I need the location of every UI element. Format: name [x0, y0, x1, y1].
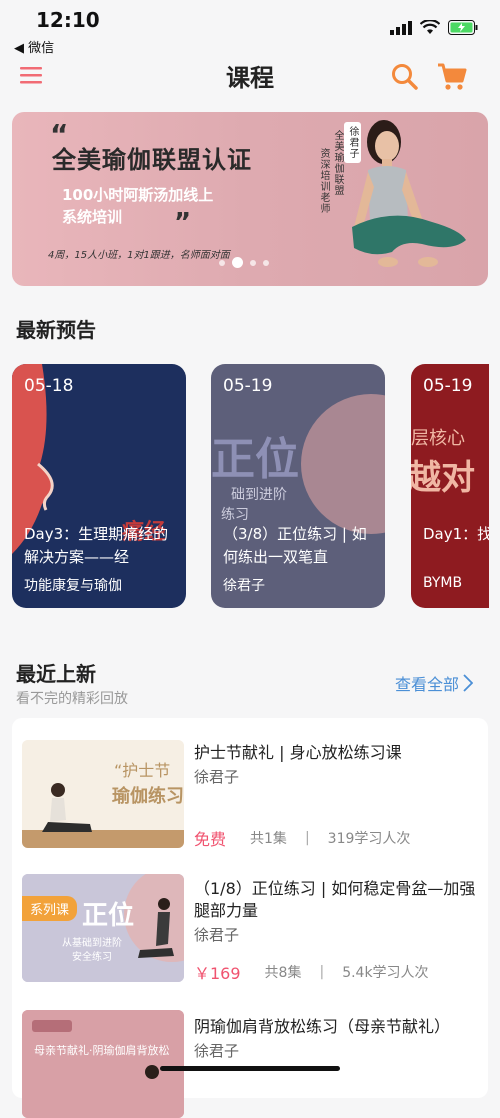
view-all-link[interactable]: 查看全部	[395, 671, 474, 695]
svg-text:“护士节: “护士节	[114, 761, 170, 780]
card-title: Day3：生理期痛经的解决方案——经	[24, 525, 169, 566]
battery-icon	[448, 20, 478, 35]
promo-banner[interactable]: “ 全美瑜伽联盟认证 100小时阿斯汤加线上系统培训 ” 4周，15人小班，1对…	[12, 112, 488, 286]
status-icons	[390, 20, 478, 35]
card-title: （3/8）正位练习 | 如何练出一双笔直	[223, 525, 367, 566]
header: 课程	[0, 56, 500, 106]
svg-text:瑜伽练习: 瑜伽练习	[112, 785, 184, 807]
status-time: 12:10	[36, 8, 100, 32]
preview-card[interactable]: 痛经 05-18 Day3：生理期痛经的解决方案——经 功能康复与瑜伽	[12, 364, 186, 608]
card-date: 05-19	[223, 376, 273, 396]
course-thumbnail: 母亲节献礼·阴瑜伽肩背放松	[22, 1010, 184, 1118]
svg-text:从基础到进阶: 从基础到进阶	[62, 936, 122, 949]
card-author: 功能康复与瑜伽	[24, 578, 122, 594]
card-date: 05-18	[24, 376, 74, 396]
page-title: 课程	[226, 64, 274, 92]
yoga-teacher-photo	[352, 120, 466, 267]
list-item[interactable]: 母亲节献礼·阴瑜伽肩背放松 阴瑜伽肩背放松练习（母亲节献礼） 徐君子	[12, 998, 488, 1118]
quote-mark-close: ”	[174, 208, 192, 238]
pagination-dot[interactable]	[250, 259, 256, 266]
preview-section-title: 最新预告	[16, 318, 96, 342]
search-icon[interactable]	[390, 62, 420, 92]
pagination-dot[interactable]	[263, 259, 269, 266]
thumbnail-artwork: 母亲节献礼·阴瑜伽肩背放松	[22, 1010, 184, 1118]
card-artwork: 正位 础到进阶 练习	[211, 394, 385, 534]
svg-text:础到进阶: 础到进阶	[231, 487, 287, 503]
banner-subtitle: 100小时阿斯汤加线上系统培训	[62, 186, 214, 226]
svg-text:层核心: 层核心	[411, 428, 465, 449]
preview-card[interactable]: 正位 础到进阶 练习 05-19 （3/8）正位练习 | 如何练出一双笔直 徐君…	[211, 364, 385, 608]
card-artwork: 层核心 越对	[411, 428, 475, 498]
svg-text:正位: 正位	[82, 900, 134, 931]
card-author: 徐君子	[223, 578, 265, 594]
series-tag: 系列课	[22, 896, 78, 921]
course-meta: 免费 共1集 | 319学习人次	[194, 826, 410, 850]
preview-card[interactable]: 层核心 越对 05-19 Day1：找到核心，避免 BYMB	[411, 364, 489, 608]
pagination-dot-active[interactable]	[232, 257, 243, 268]
status-bar: 12:10 ◀ 微信	[0, 0, 500, 56]
thumbnail-artwork: “护士节 瑜伽练习	[22, 740, 184, 848]
cart-icon[interactable]	[436, 60, 468, 92]
card-title: Day1：找到核心，避免	[423, 525, 489, 543]
signal-icon	[390, 20, 412, 35]
course-title: （1/8）正位练习 | 如何稳定骨盆—加强腿部力量	[194, 879, 476, 920]
course-thumbnail: “护士节 瑜伽练习	[22, 740, 184, 848]
recent-course-list: “护士节 瑜伽练习 护士节献礼 | 身心放松练习课 徐君子 免费 共1集 | 3…	[12, 718, 488, 1118]
thumbnail-artwork: 正位 从基础到进阶 安全练习	[22, 874, 184, 982]
course-author: 徐君子	[194, 1042, 240, 1060]
home-indicator[interactable]	[160, 1066, 340, 1071]
chevron-right-icon	[463, 674, 474, 692]
recent-section-title: 最近上新	[16, 662, 96, 686]
banner-title: 全美瑜伽联盟认证	[52, 146, 252, 174]
svg-text:越对: 越对	[411, 458, 475, 498]
card-date: 05-19	[423, 376, 473, 396]
course-author: 徐君子	[194, 768, 240, 786]
course-price: 免费	[194, 830, 227, 849]
list-item[interactable]: “护士节 瑜伽练习 护士节献礼 | 身心放松练习课 徐君子 免费 共1集 | 3…	[12, 718, 488, 850]
wifi-icon	[420, 20, 440, 34]
back-to-wechat-link[interactable]: ◀ 微信	[14, 37, 54, 56]
view-all-label: 查看全部	[395, 675, 460, 694]
recent-section-subtitle: 看不完的精彩回放	[16, 691, 128, 707]
course-title: 护士节献礼 | 身心放松练习课	[194, 743, 402, 762]
banner-desc-text: 资深培训老师	[318, 148, 329, 214]
card-artwork: 痛经	[12, 364, 166, 554]
course-meta: ￥169 共8集 | 5.4k学习人次	[194, 960, 429, 984]
pagination-dot[interactable]	[219, 259, 225, 266]
course-views: 319学习人次	[327, 831, 411, 847]
banner-pagination	[219, 257, 269, 268]
banner-footer: 4周，15人小班，1对1跟进，名师面对面	[48, 250, 230, 261]
course-price: ￥169	[194, 964, 241, 983]
course-episodes: 共8集	[264, 965, 302, 981]
course-episodes: 共1集	[250, 831, 287, 847]
svg-text:母亲节献礼·阴瑜伽肩背放松: 母亲节献礼·阴瑜伽肩背放松	[34, 1043, 170, 1057]
meta-divider: |	[304, 830, 310, 846]
course-thumbnail: 正位 从基础到进阶 安全练习 系列课	[22, 874, 184, 982]
svg-text:正位: 正位	[211, 434, 299, 485]
list-item[interactable]: 正位 从基础到进阶 安全练习 系列课 （1/8）正位练习 | 如何稳定骨盆—加强…	[12, 858, 488, 998]
course-title: 阴瑜伽肩背放松练习（母亲节献礼）	[194, 1017, 451, 1036]
meta-divider: |	[319, 964, 325, 980]
course-views: 5.4k学习人次	[342, 965, 429, 981]
card-author: BYMB	[423, 575, 463, 591]
svg-text:练习: 练习	[221, 507, 249, 523]
svg-text:安全练习: 安全练习	[72, 950, 112, 963]
course-author: 徐君子	[194, 926, 240, 944]
